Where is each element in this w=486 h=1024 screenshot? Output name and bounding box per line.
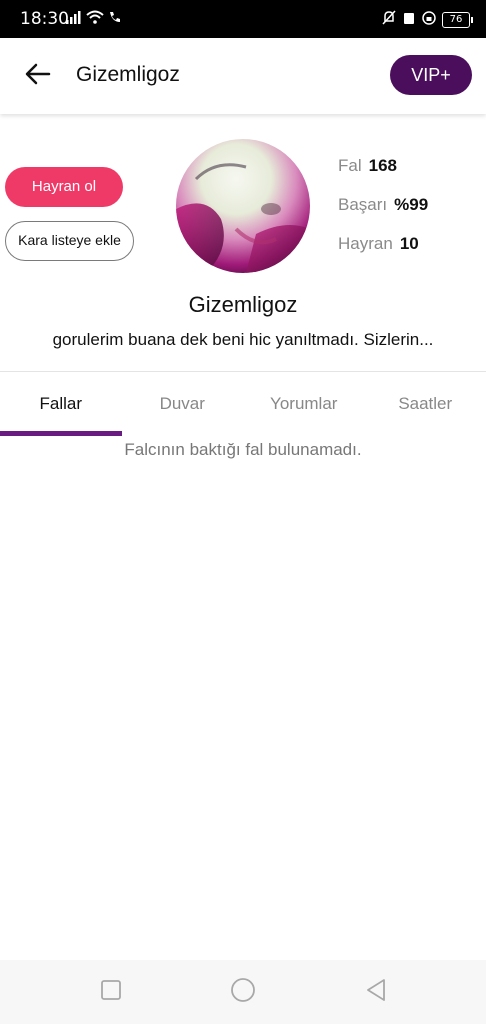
status-time: 18:30 [20, 9, 69, 29]
wifi-icon [86, 10, 104, 29]
stat-hayran: Hayran 10 [338, 234, 428, 273]
tab-label: Duvar [159, 394, 205, 413]
mute-icon [382, 10, 396, 30]
status-right-icons: 76 [382, 10, 473, 30]
stat-fal: Fal 168 [338, 156, 428, 195]
no-sim-icon [402, 11, 416, 30]
back-button[interactable] [20, 58, 56, 94]
profile-header: Hayran ol Kara listeye ekle Fal 168 Başa… [0, 114, 486, 372]
battery-icon: 76 [442, 12, 473, 28]
tab-duvar[interactable]: Duvar [122, 372, 244, 436]
tab-label: Fallar [39, 394, 82, 413]
status-bar: 18:30 76 [0, 0, 486, 38]
stat-value: 10 [399, 234, 419, 253]
recent-apps-button[interactable] [97, 978, 125, 1006]
tab-saatler[interactable]: Saatler [365, 372, 486, 436]
tab-fallar[interactable]: Fallar [0, 372, 122, 436]
blacklist-button[interactable]: Kara listeye ekle [5, 221, 134, 261]
avatar[interactable] [176, 139, 310, 273]
app-bar: Gizemligoz VIP+ [0, 38, 486, 114]
stat-basari: Başarı %99 [338, 195, 428, 234]
bio: gorulerim buana dek beni hic yanıltmadı.… [52, 330, 434, 349]
tab-label: Yorumlar [270, 394, 338, 413]
page-title: Gizemligoz [76, 63, 180, 86]
arrow-left-icon [25, 63, 51, 90]
stats: Fal 168 Başarı %99 Hayran 10 [338, 156, 428, 273]
vpn-icon [422, 10, 436, 30]
status-left-icons [66, 10, 122, 29]
tab-label: Saatler [398, 394, 453, 413]
empty-state-message: Falcının baktığı fal bulunamadı. [124, 440, 362, 459]
home-button[interactable] [229, 977, 257, 1008]
stat-value: %99 [394, 195, 429, 214]
wifi-call-icon [108, 10, 122, 29]
system-nav-bar [0, 960, 486, 1024]
nav-back-button[interactable] [362, 978, 390, 1006]
vip-button[interactable]: VIP+ [390, 55, 472, 95]
stat-label: Hayran [338, 234, 393, 253]
signal-icon [66, 10, 82, 29]
tab-yorumlar[interactable]: Yorumlar [243, 372, 365, 436]
username: Gizemligoz [188, 292, 298, 317]
tab-bar: Fallar Duvar Yorumlar Saatler [0, 372, 486, 436]
stat-label: Başarı [338, 195, 388, 214]
back-icon [365, 978, 387, 1007]
stat-value: 168 [368, 156, 397, 175]
recent-apps-icon [100, 979, 122, 1006]
tab-indicator [0, 431, 122, 436]
follow-button[interactable]: Hayran ol [5, 167, 123, 207]
stat-label: Fal [338, 156, 362, 175]
home-icon [230, 977, 256, 1008]
